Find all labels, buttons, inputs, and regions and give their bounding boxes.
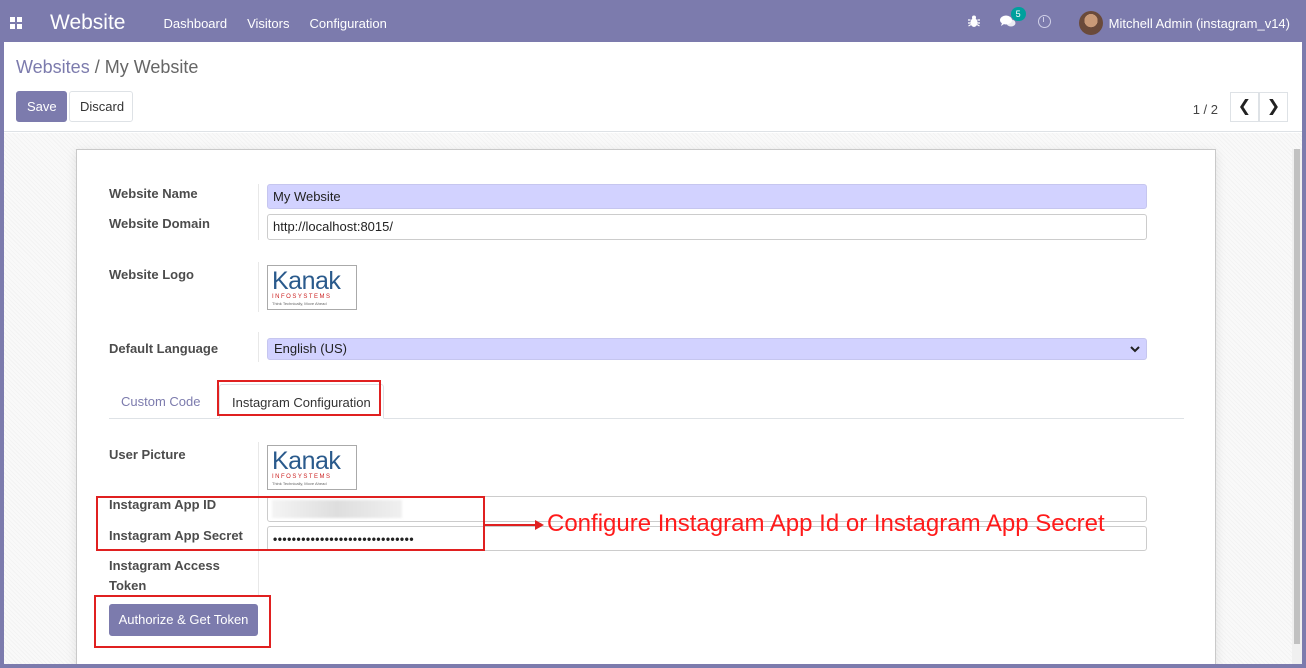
field-separator [258,184,259,240]
apps-menu-icon[interactable] [10,17,22,29]
website-logo-image[interactable]: Kanak INFOSYSTEMS Think Technically, Mov… [267,265,357,310]
annotation-text: Configure Instagram App Id or Instagram … [547,510,1105,537]
website-domain-label: Website Domain [109,216,210,231]
user-picture-image[interactable]: Kanak INFOSYSTEMS Think Technically, Mov… [267,445,357,490]
access-token-label-line1: Instagram Access [109,558,220,573]
breadcrumb-current: My Website [104,57,199,77]
menu-dashboard[interactable]: Dashboard [163,16,227,31]
app-brand[interactable]: Website [50,11,125,35]
logo-sub: INFOSYSTEMS [272,474,332,480]
user-picture-label: User Picture [109,447,186,462]
access-token-label-line2: Token [109,578,147,593]
messages-badge: 5 [1010,7,1026,21]
scrollbar[interactable] [1292,149,1302,664]
user-avatar[interactable] [1078,11,1103,35]
field-separator [258,332,259,362]
pager-next-button[interactable]: ❯ [1259,92,1288,122]
logo-name: Kanak [272,447,341,475]
logo-sub: INFOSYSTEMS [272,294,332,300]
default-language-value: English (US) [274,341,347,356]
highlight-box-credentials [96,496,485,551]
logo-name: Kanak [272,267,341,295]
breadcrumb-websites[interactable]: Websites [16,57,90,77]
menu-configuration[interactable]: Configuration [309,16,386,31]
chevron-down-icon [1130,339,1140,366]
breadcrumb: Websites / My Website [16,57,198,78]
highlight-box-tab [217,380,381,416]
pager-previous-button[interactable]: ❮ [1230,92,1259,122]
instagram-access-token-label: Instagram Access Token [109,556,220,596]
activity-clock-icon[interactable] [1037,15,1051,31]
highlight-box-authorize [94,595,271,648]
default-language-select[interactable]: English (US) [267,338,1147,360]
field-separator [258,262,259,312]
save-button[interactable]: Save [16,91,67,122]
website-domain-input[interactable]: http://localhost:8015/ [267,214,1147,240]
messages-chat-icon[interactable]: 5 [999,7,1026,31]
logo-tagline: Think Technically, Move Ahead [272,301,327,306]
control-panel: Websites / My Website Save Discard 1 / 2 ❮… [4,42,1302,132]
navbar-systray: 5 Mitchell Admin (instagram_v14) [952,4,1290,42]
annotation-arrow-line [485,524,535,526]
logo-tagline: Think Technically, Move Ahead [272,481,327,486]
menu-visitors[interactable]: Visitors [247,16,289,31]
chevron-right-icon: ❯ [1266,98,1281,115]
website-logo-label: Website Logo [109,267,194,282]
form-sheet: Website Name My Website Website Domain h… [76,149,1216,664]
website-name-label: Website Name [109,186,198,201]
form-content-area: Website Name My Website Website Domain h… [4,133,1302,664]
pager-value[interactable]: 1 / 2 [1193,102,1218,117]
default-language-label: Default Language [109,341,219,356]
top-navbar: Website Dashboard Visitors Configuration… [4,4,1302,42]
app-frame: Website Dashboard Visitors Configuration… [4,4,1302,664]
chevron-left-icon: ❮ [1237,98,1252,115]
debug-bug-icon[interactable] [967,15,980,31]
annotation-arrow-head-icon [535,520,544,530]
tab-custom-code[interactable]: Custom Code [109,384,212,419]
breadcrumb-separator: / [94,57,100,77]
website-name-input[interactable]: My Website [267,184,1147,209]
user-menu[interactable]: Mitchell Admin (instagram_v14) [1109,16,1290,31]
discard-button[interactable]: Discard [69,91,133,122]
